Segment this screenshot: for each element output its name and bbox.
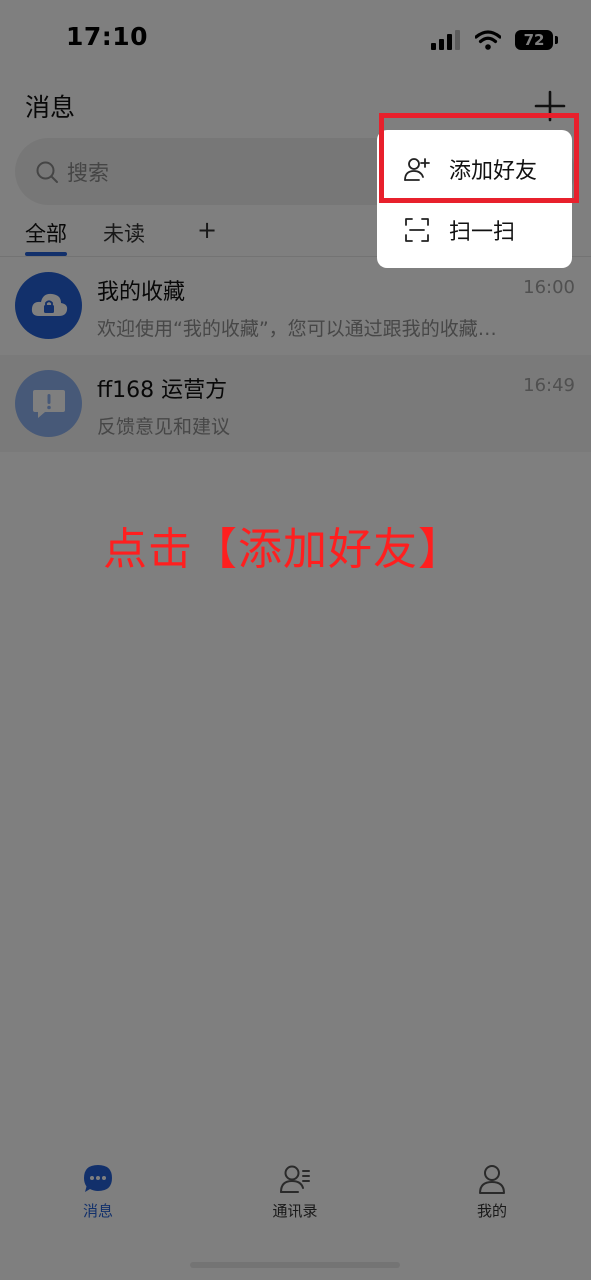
highlight-box xyxy=(379,113,579,203)
instruction-text: 点击【添加好友】 xyxy=(103,524,463,575)
scan-icon xyxy=(405,218,429,242)
menu-item-label: 扫一扫 xyxy=(449,220,516,245)
menu-item-scan[interactable]: 扫一扫 xyxy=(377,199,572,261)
